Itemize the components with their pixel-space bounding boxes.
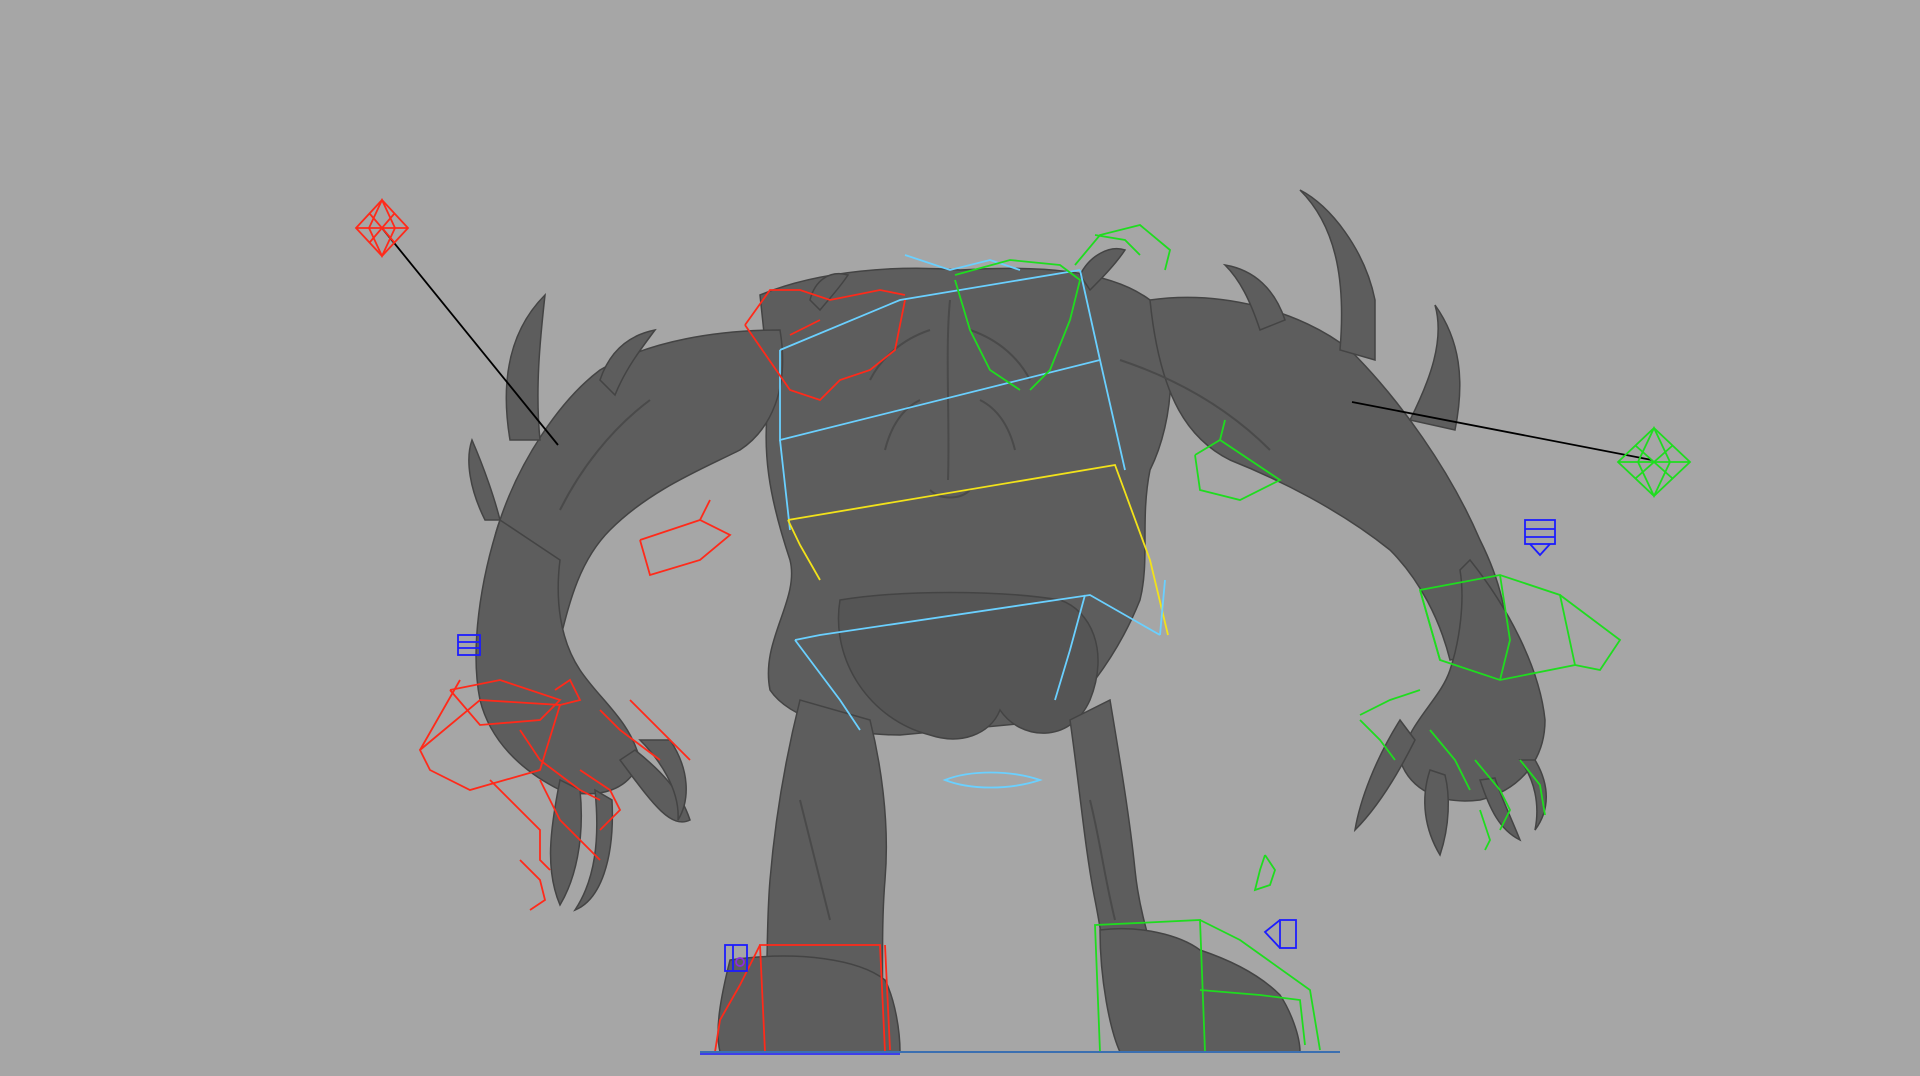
right-claw-1[interactable]	[1353, 718, 1416, 833]
viewport-scene[interactable]	[0, 0, 1920, 1076]
right-claw-2[interactable]	[1424, 769, 1450, 857]
right-arm-pole-vector-diamond-icon[interactable]	[1616, 425, 1692, 499]
left-forearm[interactable]	[475, 518, 641, 795]
left-claw-1[interactable]	[549, 778, 583, 907]
3d-viewport[interactable]	[0, 0, 1920, 1076]
ground-line	[700, 1051, 1340, 1055]
left-elbow-control[interactable]	[639, 499, 732, 577]
right-wrist-ik-handle-icon[interactable]	[1524, 519, 1556, 557]
left-arm-spike-1[interactable]	[505, 292, 546, 441]
right-foot-ik-handle-icon[interactable]	[1263, 919, 1297, 949]
left-arm-spike-2[interactable]	[468, 437, 501, 521]
left-arm-pole-vector-diamond-icon[interactable]	[354, 197, 410, 259]
right-arm-spike-2[interactable]	[1408, 304, 1461, 431]
creature-mesh[interactable]	[468, 189, 1547, 1053]
